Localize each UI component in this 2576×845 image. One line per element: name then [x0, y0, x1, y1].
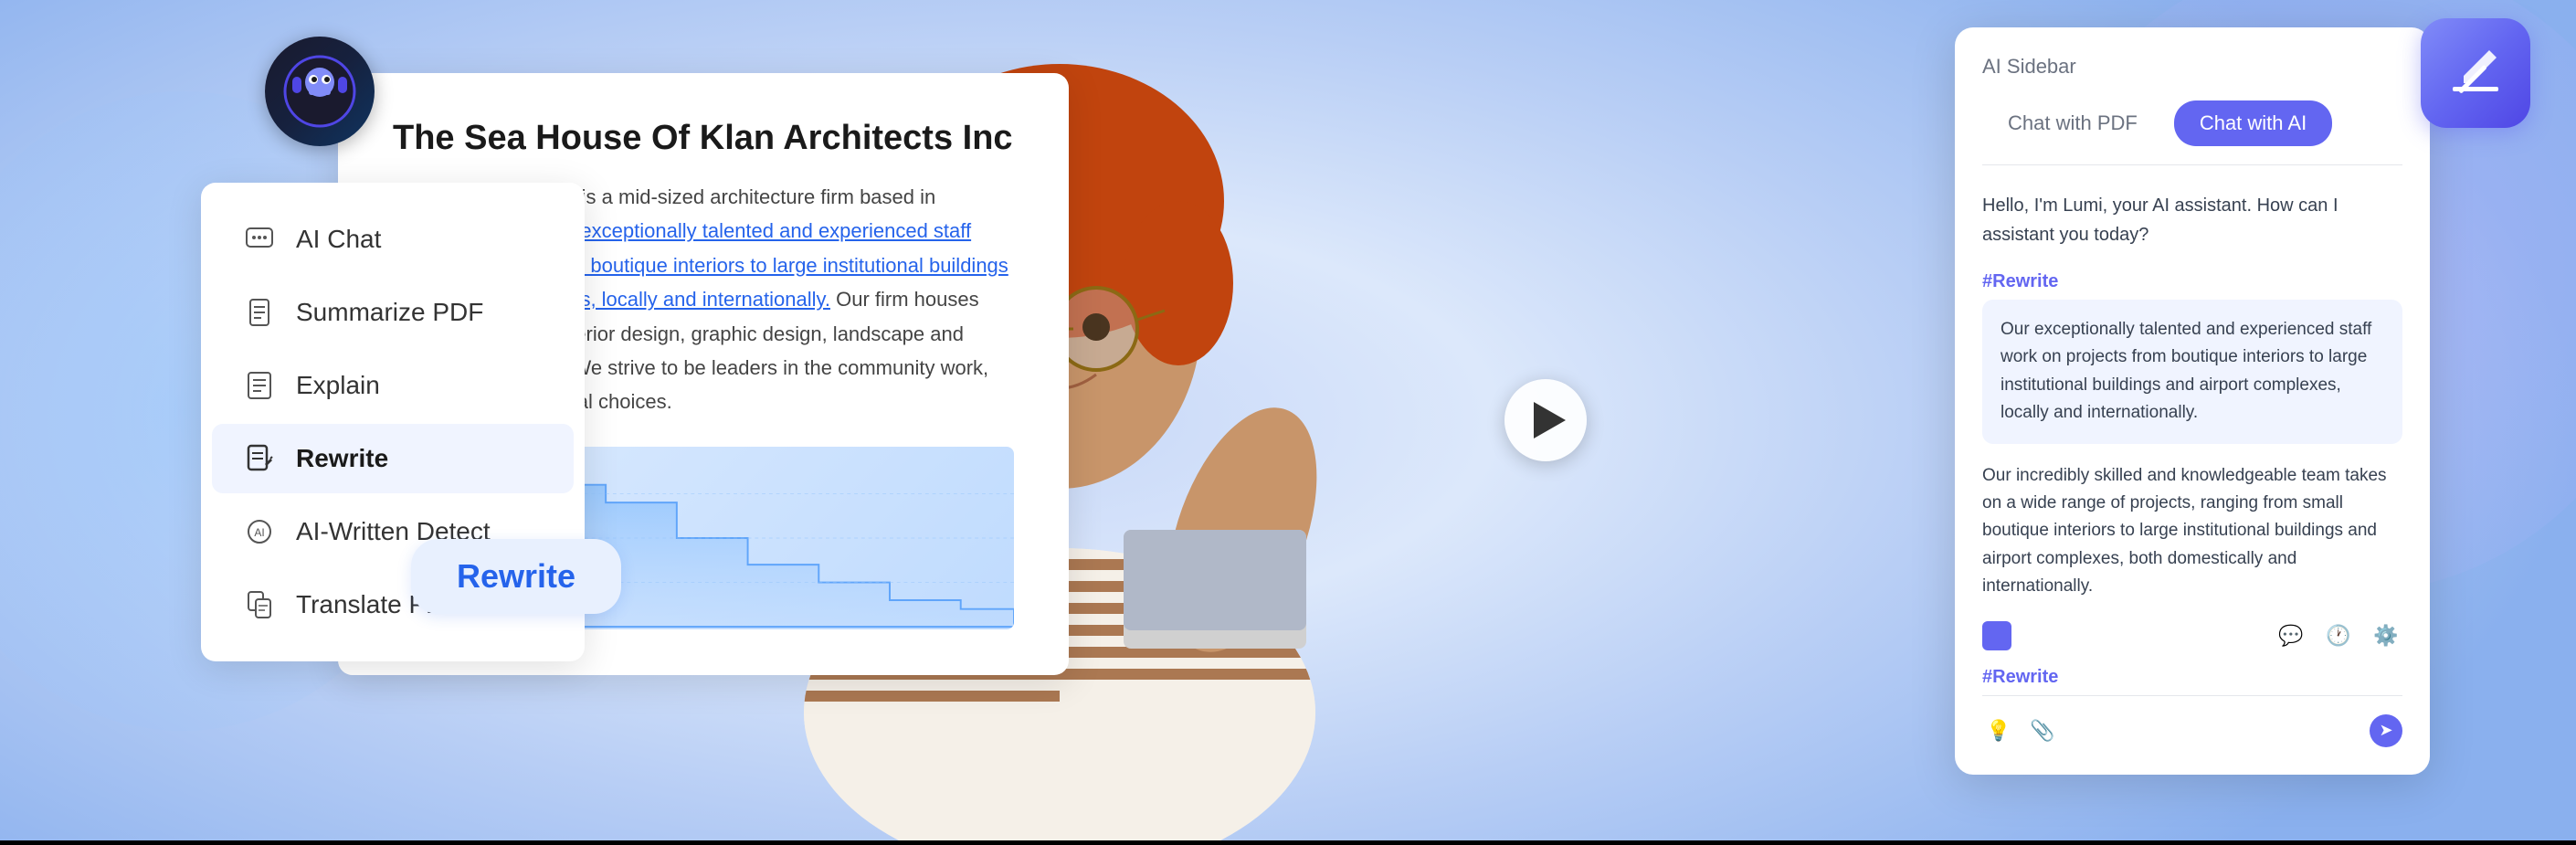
chat-action-icon[interactable]: 💬: [2275, 619, 2307, 652]
tab-chat-pdf[interactable]: Chat with PDF: [1982, 100, 2163, 146]
ai-sidebar-panel: AI Sidebar Chat with PDF Chat with AI He…: [1955, 27, 2430, 775]
ai-detect-icon: AI: [241, 513, 278, 550]
ai-sidebar-title: AI Sidebar: [1982, 55, 2402, 79]
ai-actions-row: 💬 🕐 ⚙️: [1982, 619, 2402, 652]
sidebar-label-rewrite: Rewrite: [296, 444, 388, 473]
tab-chat-ai[interactable]: Chat with AI: [2174, 100, 2332, 146]
robot-icon: [283, 55, 356, 128]
play-icon: [1534, 402, 1566, 438]
lightbulb-icon[interactable]: 💡: [1982, 714, 2015, 747]
ai-chat-icon: [241, 221, 278, 258]
doc-title: The Sea House Of Klan Architects Inc: [393, 119, 1014, 158]
time-action-icon[interactable]: 🕐: [2322, 619, 2355, 652]
sidebar-label-ai-chat: AI Chat: [296, 225, 381, 254]
send-button[interactable]: ➤: [2370, 714, 2402, 747]
app-icon-svg: [2444, 41, 2507, 105]
sidebar-item-summarize[interactable]: Summarize PDF: [212, 278, 574, 347]
rewrite-icon: [241, 440, 278, 477]
ai-message-text: Our exceptionally talented and experienc…: [2001, 316, 2384, 428]
sidebar-item-explain[interactable]: Explain: [212, 351, 574, 420]
rewrite-label-text: Rewrite: [457, 557, 575, 595]
settings-action-icon[interactable]: ⚙️: [2370, 619, 2402, 652]
sidebar-label-explain: Explain: [296, 371, 380, 400]
ai-response-text: Our incredibly skilled and knowledgeable…: [1982, 462, 2402, 601]
rewrite-floating-label: Rewrite: [411, 539, 621, 614]
sidebar-item-ai-chat[interactable]: AI Chat: [212, 205, 574, 274]
attachment-icon[interactable]: 📎: [2026, 714, 2059, 747]
explain-icon: [241, 367, 278, 404]
play-button[interactable]: [1504, 379, 1587, 461]
sidebar-item-rewrite[interactable]: Rewrite: [212, 424, 574, 493]
svg-text:AI: AI: [254, 526, 264, 539]
robot-avatar: [265, 37, 375, 146]
ai-sidebar-tabs: Chat with PDF Chat with AI: [1982, 100, 2402, 165]
app-icon[interactable]: [2421, 18, 2530, 128]
sidebar-label-summarize: Summarize PDF: [296, 298, 483, 327]
ai-message-box: Our exceptionally talented and experienc…: [1982, 300, 2402, 444]
rewrite-tag-2: #Rewrite: [1982, 667, 2402, 688]
ai-greeting-text: Hello, I'm Lumi, your AI assistant. How …: [1982, 191, 2402, 249]
ai-input-area: 💡 📎 ➤: [1982, 695, 2402, 747]
rewrite-tag-1: #Rewrite: [1982, 271, 2402, 292]
blue-square-icon: [1982, 621, 2011, 650]
summarize-icon: [241, 294, 278, 331]
translate-icon: [241, 586, 278, 623]
